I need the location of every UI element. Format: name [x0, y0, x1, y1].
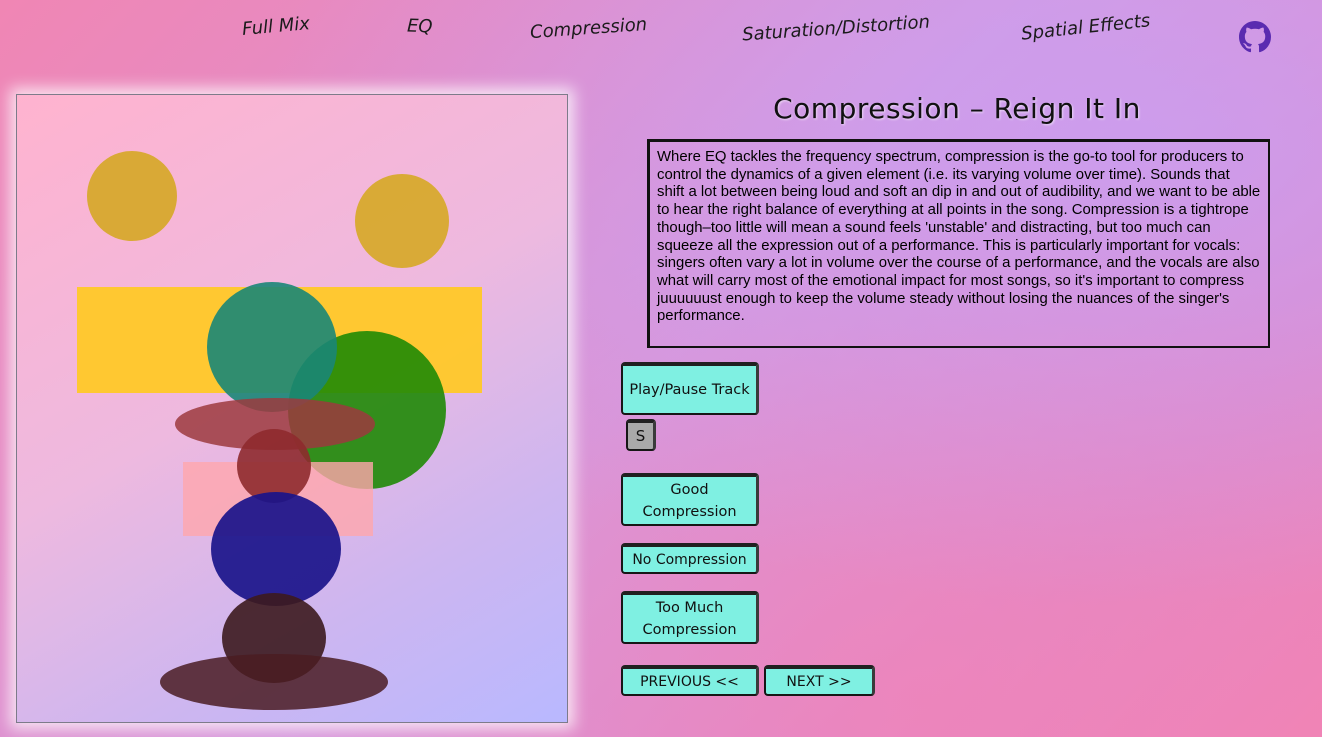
- description-box: Where EQ tackles the frequency spectrum,…: [647, 139, 1270, 348]
- github-mark: [1239, 21, 1271, 53]
- no-compression-button[interactable]: No Compression: [621, 543, 759, 574]
- description-text: Where EQ tackles the frequency spectrum,…: [657, 149, 1261, 325]
- next-button[interactable]: NEXT >>: [764, 665, 875, 696]
- ochre-circle-left: [87, 151, 177, 241]
- nav-link-eq[interactable]: EQ: [407, 16, 433, 38]
- too-much-compression-button[interactable]: Too Much Compression: [621, 591, 759, 644]
- album-art: [16, 94, 568, 723]
- teal-circle: [207, 282, 337, 412]
- maroon-circle: [237, 429, 311, 503]
- dark-brown-base-ellipse: [160, 654, 388, 710]
- github-icon[interactable]: [1239, 21, 1271, 53]
- ochre-circle-right: [355, 174, 449, 268]
- s-button[interactable]: S: [626, 419, 656, 451]
- previous-button[interactable]: PREVIOUS <<: [621, 665, 759, 696]
- navy-ellipse: [211, 492, 341, 606]
- abstract-shapes-illustration: [77, 151, 482, 710]
- good-compression-button[interactable]: Good Compression: [621, 473, 759, 526]
- page-title: Compression – Reign It In: [773, 92, 1141, 125]
- play-pause-button[interactable]: Play/Pause Track: [621, 362, 759, 415]
